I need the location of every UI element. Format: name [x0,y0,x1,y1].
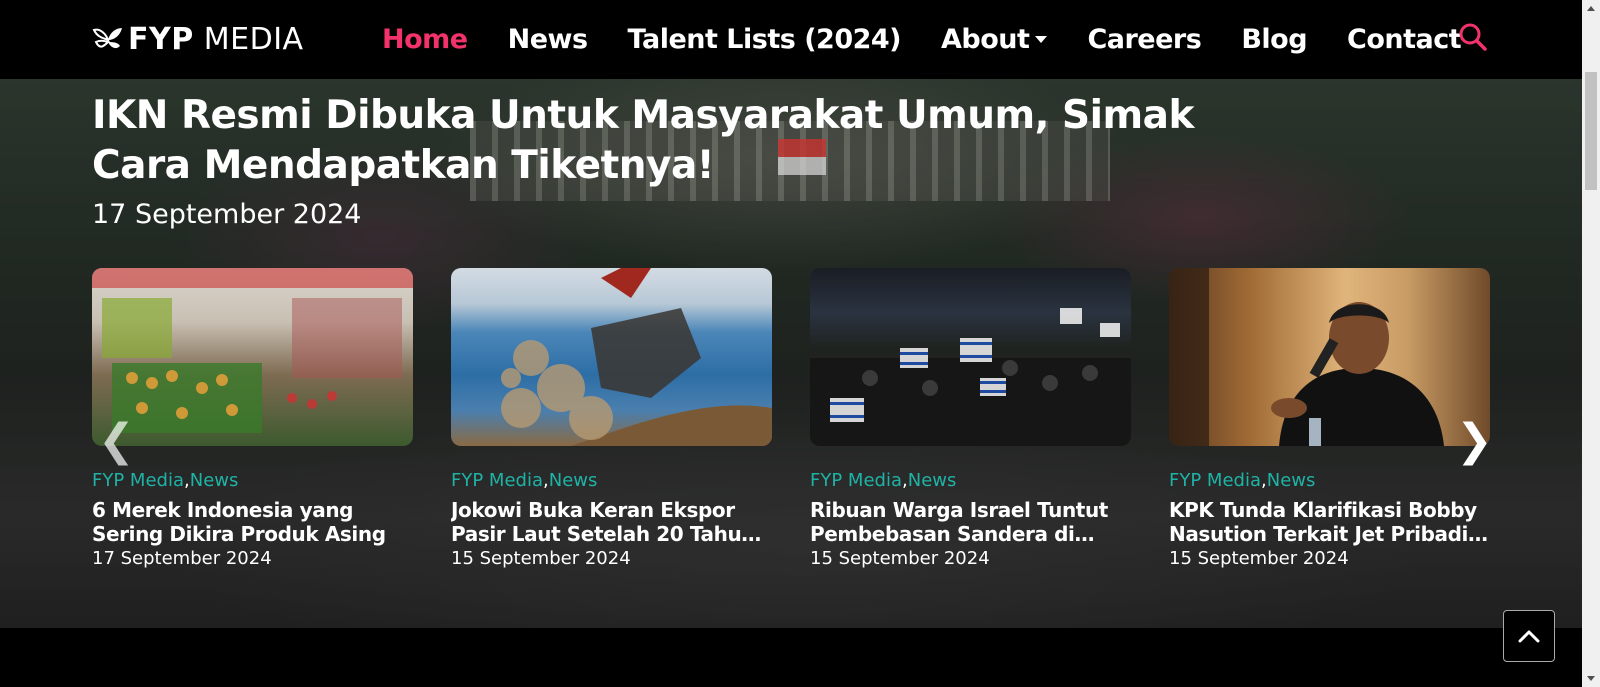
supermarket-image [92,268,413,433]
scroll-up-arrow-icon[interactable] [1587,6,1595,11]
card-section-link[interactable]: News [190,470,239,491]
nav-blog[interactable]: Blog [1241,24,1307,55]
chevron-up-icon [1518,630,1540,643]
nav-talent-lists[interactable]: Talent Lists (2024) [628,24,902,55]
nav-about-label: About [941,24,1030,55]
card-title[interactable]: KPK Tunda Klarifikasi Bobby Nasution Ter… [1169,498,1490,546]
card-title[interactable]: Jokowi Buka Keran Ekspor Pasir Laut Sete… [451,498,772,546]
news-card[interactable]: FYP Media,News 6 Merek Indonesia yang Se… [92,268,413,569]
card-category-link[interactable]: FYP Media [1169,470,1261,491]
card-section-link[interactable]: News [549,470,598,491]
search-button[interactable] [1458,22,1492,56]
scroll-down-arrow-icon[interactable] [1587,676,1595,681]
hero-section: IKN Resmi Dibuka Untuk Masyarakat Umum, … [0,79,1582,628]
butterfly-logo-icon [92,27,122,48]
card-category-link[interactable]: FYP Media [451,470,543,491]
card-date: 17 September 2024 [92,548,272,569]
back-to-top-button[interactable] [1503,610,1555,662]
top-navbar: FYP MEDIA Home News Talent Lists (2024) … [0,0,1582,79]
card-date: 15 September 2024 [810,548,990,569]
main-nav: Home News Talent Lists (2024) About Care… [382,0,1501,79]
caret-down-icon [1035,36,1048,43]
card-image[interactable] [451,268,772,446]
news-card[interactable]: FYP Media,News KPK Tunda Klarifikasi Bob… [1169,268,1490,569]
card-title[interactable]: Ribuan Warga Israel Tuntut Pembebasan Sa… [810,498,1131,546]
nav-news[interactable]: News [508,24,588,55]
card-section-link[interactable]: News [1267,470,1316,491]
card-meta: FYP Media,News [810,470,956,491]
card-category-link[interactable]: FYP Media [810,470,902,491]
card-date: 15 September 2024 [451,548,631,569]
card-image[interactable] [92,268,413,446]
card-meta: FYP Media,News [1169,470,1315,491]
news-card[interactable]: FYP Media,News Jokowi Buka Keran Ekspor … [451,268,772,569]
card-title[interactable]: 6 Merek Indonesia yang Sering Dikira Pro… [92,498,413,546]
news-card[interactable]: FYP Media,News Ribuan Warga Israel Tuntu… [810,268,1131,569]
card-category-link[interactable]: FYP Media [92,470,184,491]
brand-logo[interactable]: FYP MEDIA [92,22,304,57]
card-image[interactable] [810,268,1131,446]
page-scrollbar[interactable] [1582,0,1600,687]
carousel-next-button[interactable]: ❯ [1456,419,1493,463]
nav-about[interactable]: About [941,24,1048,55]
card-meta: FYP Media,News [451,470,597,491]
hero-date: 17 September 2024 [92,199,362,230]
card-meta: FYP Media,News [92,470,238,491]
search-icon [1459,23,1487,51]
carousel-prev-button[interactable]: ❮ [98,419,135,463]
card-section-link[interactable]: News [908,470,957,491]
scrollbar-thumb[interactable] [1585,72,1597,190]
brand-name: FYP MEDIA [128,22,304,57]
excavator-sand-image [451,268,772,446]
nav-careers[interactable]: Careers [1087,24,1201,55]
protest-crowd-image [810,308,1131,446]
speaker-portrait-image [1169,268,1444,446]
news-carousel: FYP Media,News 6 Merek Indonesia yang Se… [92,268,1490,598]
nav-contact[interactable]: Contact [1347,24,1462,55]
nav-home[interactable]: Home [382,24,468,55]
card-image[interactable] [1169,268,1490,446]
hero-title[interactable]: IKN Resmi Dibuka Untuk Masyarakat Umum, … [92,91,1232,191]
card-date: 15 September 2024 [1169,548,1349,569]
